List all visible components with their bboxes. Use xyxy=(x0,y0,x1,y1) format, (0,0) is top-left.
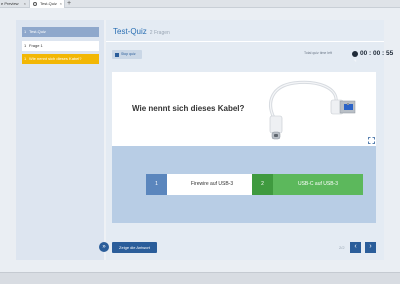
browser-tab-preview[interactable]: e Preview × xyxy=(0,0,28,8)
tab-label: e Preview xyxy=(1,1,19,6)
answer-label: USB-C auf USB-3 xyxy=(273,174,363,195)
sidebar-item-frage-1[interactable]: 1 Frage 1 xyxy=(22,41,99,51)
clock-icon xyxy=(352,51,358,62)
tab-close-icon[interactable]: × xyxy=(60,0,62,8)
status-bar xyxy=(0,272,400,284)
sidebar-item-test-quiz[interactable]: 1 Test-Quiz xyxy=(22,27,99,37)
question-card: Wie nennt sich dieses Kabel? xyxy=(112,72,376,146)
quiz-title: Test-Quiz xyxy=(113,27,147,36)
sidebar: 1 Test-Quiz 1 Frage 1 1 Wie nennt sich d… xyxy=(16,20,104,260)
stop-quiz-button[interactable]: Stop quiz xyxy=(112,50,142,59)
next-button[interactable]: › xyxy=(365,242,376,253)
sidebar-item-label: Test-Quiz xyxy=(29,29,46,34)
previous-button[interactable]: ‹ xyxy=(350,242,361,253)
show-answer-button[interactable]: Zeige die Antwort xyxy=(112,242,157,253)
new-tab-button[interactable]: + xyxy=(67,0,71,8)
divider xyxy=(106,41,384,42)
usb-cable-image xyxy=(252,74,359,144)
quiz-subtitle: 2 Fragen xyxy=(149,30,170,36)
expand-icon[interactable] xyxy=(368,131,375,144)
answer-option-2[interactable]: 2 USB-C auf USB-3 xyxy=(252,174,363,195)
answer-option-1[interactable]: 1 Firewire auf USB-3 xyxy=(146,174,257,195)
answer-number: 2 xyxy=(252,174,273,195)
browser-tab-test-quiz[interactable]: Test-Quiz × xyxy=(29,0,65,8)
sidebar-item-label: Wie nennt sich dieses Kabel? xyxy=(29,56,82,61)
browser-tabbar: e Preview × Test-Quiz × + xyxy=(0,0,400,8)
sidebar-item-number: 1 xyxy=(24,29,27,34)
sidebar-item-number: 1 xyxy=(24,43,27,48)
question-text: Wie nennt sich dieses Kabel? xyxy=(132,104,245,113)
stop-quiz-label: Stop quiz xyxy=(121,52,136,56)
quiz-timer: 00 : 00 : 55 xyxy=(360,50,394,57)
answer-label: Firewire auf USB-3 xyxy=(167,174,257,195)
stop-icon xyxy=(115,52,119,57)
page-title: Test-Quiz 2 Fragen xyxy=(113,27,170,36)
globe-icon xyxy=(33,2,37,6)
quiz-app: 1 Test-Quiz 1 Frage 1 1 Wie nennt sich d… xyxy=(16,20,393,260)
collapse-sidebar-icon[interactable]: » xyxy=(99,242,109,252)
sidebar-item-label: Frage 1 xyxy=(29,43,43,48)
answer-number: 1 xyxy=(146,174,167,195)
sidebar-item-question[interactable]: 1 Wie nennt sich dieses Kabel? xyxy=(22,54,99,64)
tab-close-icon[interactable]: × xyxy=(24,0,26,8)
quiz-main: Test-Quiz 2 Fragen Stop quiz Total quiz t… xyxy=(106,20,393,260)
sidebar-item-number: 1 xyxy=(24,56,27,61)
page-counter: 2/2 xyxy=(339,245,345,250)
time-left-label: Total quiz time left xyxy=(304,51,333,55)
tab-label: Test-Quiz xyxy=(40,1,57,6)
answers-panel: 1 Firewire auf USB-3 2 USB-C auf USB-3 xyxy=(112,146,376,223)
